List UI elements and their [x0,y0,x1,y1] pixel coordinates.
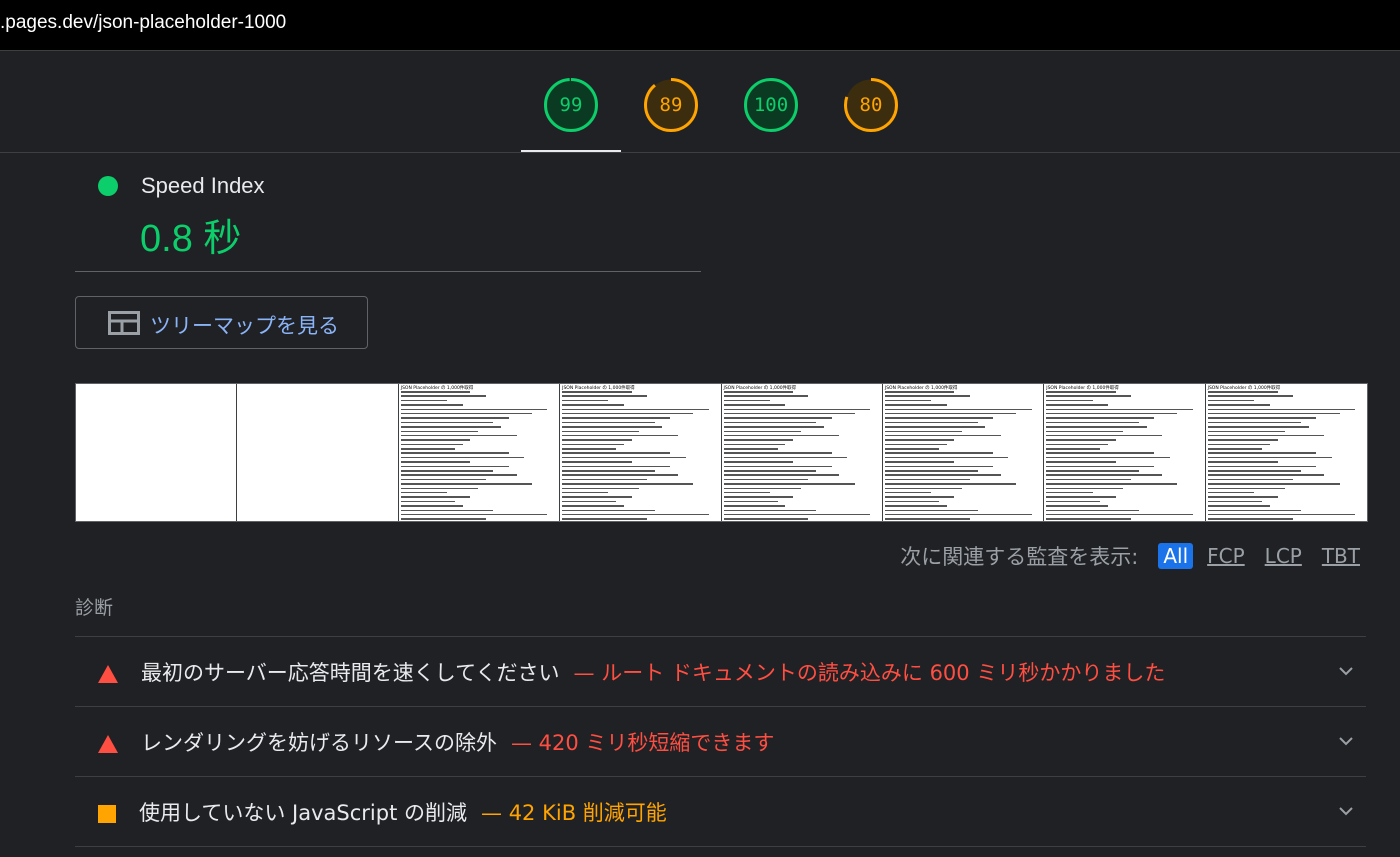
chevron-down-icon[interactable] [1338,805,1354,817]
gauge-performance[interactable]: 99 [543,77,599,133]
frame-content-lines [723,391,878,521]
metric-value: 0.8 秒 [140,218,242,260]
gauge-best-practices[interactable]: 100 [743,77,799,133]
filter-chip-fcp[interactable]: FCP [1207,544,1245,568]
chevron-down-icon[interactable] [1338,735,1354,747]
average-square-icon [98,805,116,823]
frame-content-lines [562,391,716,521]
filmstrip-frame [76,384,238,521]
audit-item-server-response[interactable]: 最初のサーバー応答時間を速くしてください — ルート ドキュメントの読み込みに 6… [75,636,1366,706]
filmstrip-frame: JSON Placeholder の 1,000件取得 [721,384,883,521]
chevron-down-icon[interactable] [1338,665,1354,677]
audit-detail: 420 ミリ秒短縮できます [538,731,775,755]
gauge-score: 100 [753,94,789,116]
gauge-score: 89 [659,94,683,116]
filmstrip-frame: JSON Placeholder の 1,000件取得 [1205,384,1367,521]
audit-title: 使用していない JavaScript の削減 [139,801,467,825]
audit-title: 最初のサーバー応答時間を速くしてください [141,661,560,685]
filmstrip-frame: JSON Placeholder の 1,000件取得 [560,384,722,521]
filter-label: 次に関連する監査を表示: [900,545,1139,569]
gauge-score: 80 [859,94,883,116]
metric-title: Speed Index [141,173,265,198]
fail-triangle-icon [98,735,118,753]
filmstrip-frame: JSON Placeholder の 1,000件取得 [882,384,1045,521]
url-text: .pages.dev/json-placeholder-1000 [0,12,287,33]
score-gauges-bar: 99 89 100 80 [0,51,1400,153]
frame-content-lines [884,391,1039,521]
audit-text: レンダリングを妨げるリソースの除外 — 420 ミリ秒短縮できます [141,727,774,757]
view-treemap-label: ツリーマップを見る [150,314,339,338]
list-bottom-border [75,846,1366,847]
fail-triangle-icon [98,665,118,683]
gauge-accessibility[interactable]: 89 [643,77,699,133]
filter-chip-lcp[interactable]: LCP [1265,544,1302,568]
audit-detail: ルート ドキュメントの読み込みに 600 ミリ秒かかりました [601,661,1166,685]
view-treemap-button[interactable]: ツリーマップを見る [75,296,368,349]
gauge-seo[interactable]: 80 [843,77,899,133]
audit-item-render-blocking[interactable]: レンダリングを妨げるリソースの除外 — 420 ミリ秒短縮できます [75,706,1366,776]
filmstrip-frame [237,384,399,521]
audit-text: 最初のサーバー応答時間を速くしてください — ルート ドキュメントの読み込みに 6… [141,657,1165,687]
audit-separator: — [573,661,595,685]
frame-content-lines [1046,391,1200,521]
audit-detail: 42 KiB 削減可能 [508,801,667,825]
audit-item-unused-javascript[interactable]: 使用していない JavaScript の削減 — 42 KiB 削減可能 [75,776,1366,846]
address-bar: .pages.dev/json-placeholder-1000 [0,0,1400,51]
audit-text: 使用していない JavaScript の削減 — 42 KiB 削減可能 [139,797,667,827]
filmstrip-frame: JSON Placeholder の 1,000件取得 [398,384,561,521]
treemap-icon [108,311,140,335]
frame-content-lines [1207,391,1363,521]
audit-filter: 次に関連する監査を表示: All FCP LCP TBT [900,541,1360,571]
metric-status-dot [98,176,118,196]
frame-content-lines [400,391,555,521]
filter-chip-tbt[interactable]: TBT [1322,544,1360,568]
filmstrip-frame: JSON Placeholder の 1,000件取得 [1044,384,1206,521]
diagnostics-heading: 診断 [75,597,114,619]
gauge-score: 99 [559,94,583,116]
filter-chip-all[interactable]: All [1158,543,1194,569]
filmstrip: JSON Placeholder の 1,000件取得 JSON Placehol… [75,383,1368,522]
metric-divider [75,271,701,272]
audit-separator: — [510,731,532,755]
audit-separator: — [481,801,502,825]
active-tab-indicator [521,150,621,152]
audit-title: レンダリングを妨げるリソースの除外 [141,731,497,755]
